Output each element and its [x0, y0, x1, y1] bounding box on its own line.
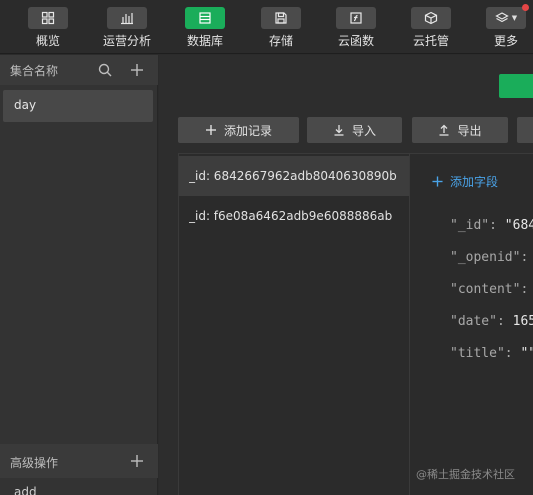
field-value: "6842667962adb8040630890b" — [504, 218, 533, 233]
toolbar-label: 云托管 — [412, 34, 449, 48]
top-toolbar: 概览 运营分析 数据库 存储 云函数 云托管 ▼ 更多 — [0, 0, 533, 54]
record-id: _id: 6842667962adb8040630890b — [189, 169, 397, 183]
collections-title: 集合名称 — [10, 64, 59, 78]
layers-icon — [495, 12, 509, 23]
record-list: _id: 6842667962adb8040630890b _id: f6e08… — [178, 153, 410, 495]
collections-sidebar: 集合名称 day 高级操作 add — [0, 55, 158, 495]
toolbar-label: 运营分析 — [102, 34, 151, 48]
floppy-icon — [275, 12, 287, 24]
toolbar-item-cloud-functions[interactable]: 云函数 — [326, 0, 386, 54]
field-key: "date": — [450, 314, 505, 329]
grid-icon — [41, 11, 55, 25]
toolbar-label: 云函数 — [337, 34, 374, 48]
toolbar-item-analytics[interactable]: 运营分析 — [97, 0, 157, 54]
analytics-button[interactable] — [107, 7, 147, 29]
toolbar-label: 概览 — [35, 34, 60, 48]
add-record-label: 添加记录 — [223, 123, 272, 138]
field-openid[interactable]: "_openid": "" — [450, 250, 533, 265]
chevron-down-icon: ▼ — [511, 14, 518, 22]
field-value: "" — [520, 346, 533, 361]
overview-button[interactable] — [28, 7, 68, 29]
primary-action-button[interactable] — [499, 74, 533, 98]
more-actions-button[interactable] — [517, 117, 533, 143]
import-button[interactable]: 导入 — [307, 117, 402, 143]
add-record-button[interactable]: 添加记录 — [178, 117, 299, 143]
field-title[interactable]: "title": "" — [450, 346, 533, 361]
download-icon — [334, 125, 344, 136]
more-button[interactable]: ▼ — [486, 4, 529, 29]
toolbar-item-database[interactable]: 数据库 — [175, 0, 235, 54]
toolbar-label: 数据库 — [186, 34, 223, 48]
field-value: "" — [528, 250, 533, 265]
function-icon — [350, 12, 362, 24]
collection-item-day[interactable]: day — [3, 90, 153, 122]
field-key: "_openid": — [450, 250, 529, 265]
export-button[interactable]: 导出 — [412, 117, 508, 143]
upload-icon — [439, 124, 449, 136]
add-advanced-icon[interactable] — [129, 453, 145, 469]
cloud-functions-button[interactable] — [336, 7, 376, 29]
toolbar-label: 更多 — [493, 34, 518, 48]
toolbar-label: 存储 — [268, 34, 293, 48]
field-key: "_id": — [450, 218, 497, 233]
plus-icon — [205, 125, 216, 135]
field-id[interactable]: "_id": "6842667962adb8040630890b" — [450, 218, 533, 233]
advanced-title: 高级操作 — [10, 456, 59, 470]
field-value: 1654547065 — [512, 314, 533, 329]
box-icon — [424, 11, 438, 25]
field-content[interactable]: "content": "" — [450, 282, 533, 297]
storage-button[interactable] — [261, 7, 301, 29]
toolbar-item-overview[interactable]: 概览 — [18, 0, 78, 54]
advanced-item-add[interactable]: add — [14, 485, 37, 495]
toolbar-item-cloud-hosting[interactable]: 云托管 — [401, 0, 461, 54]
cloud-hosting-button[interactable] — [411, 7, 451, 29]
notification-dot — [522, 4, 529, 11]
field-key: "title": — [450, 346, 513, 361]
add-field-button[interactable]: 添加字段 — [432, 173, 498, 190]
toolbar-item-more[interactable]: ▼ 更多 — [476, 0, 533, 54]
add-collection-icon[interactable] — [129, 62, 145, 78]
field-date[interactable]: "date": 1654547065 — [450, 314, 533, 329]
database-icon — [199, 12, 211, 24]
toolbar-item-storage[interactable]: 存储 — [251, 0, 311, 54]
field-key: "content": — [450, 282, 529, 297]
watermark: @稀土掘金技术社区 — [416, 468, 515, 481]
search-icon[interactable] — [97, 62, 113, 78]
database-button[interactable] — [185, 7, 225, 29]
add-field-label: 添加字段 — [450, 175, 499, 189]
record-id: _id: f6e08a6462adb9e6088886ab — [189, 209, 393, 223]
bar-chart-icon — [121, 13, 133, 25]
import-label: 导入 — [351, 123, 376, 138]
field-value: "" — [528, 282, 533, 297]
collection-name: day — [14, 98, 37, 112]
record-detail: 添加字段 "_id": "6842667962adb8040630890b" "… — [410, 153, 533, 495]
plus-icon — [432, 176, 443, 187]
advanced-header: 高级操作 — [0, 444, 158, 478]
main-panel: 添加记录 导入 导出 _id: 6842667962adb8040630890b… — [159, 55, 533, 495]
export-label: 导出 — [457, 123, 482, 138]
record-item[interactable]: _id: f6e08a6462adb9e6088886ab — [179, 196, 409, 236]
record-item[interactable]: _id: 6842667962adb8040630890b — [179, 156, 409, 196]
collections-header: 集合名称 — [0, 55, 158, 85]
